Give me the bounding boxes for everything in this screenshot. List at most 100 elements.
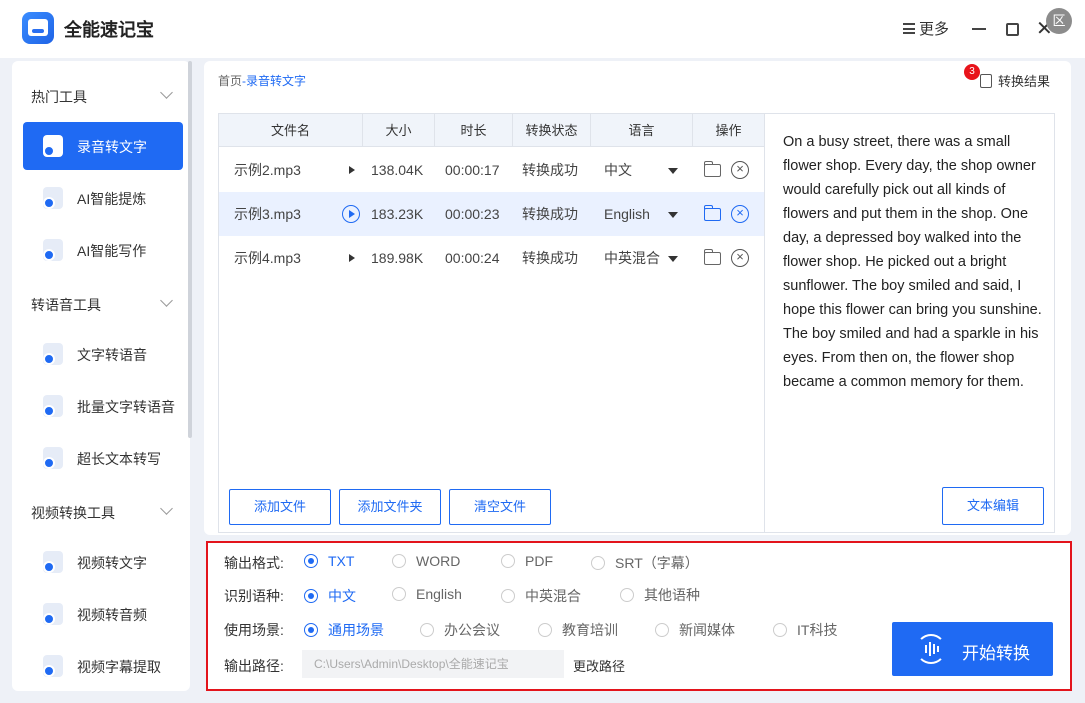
sidebar-item-long-text[interactable]: 超长文本转写 [23, 434, 183, 482]
sidebar-item-label: AI智能提炼 [77, 191, 147, 207]
file-size: 183.23K [371, 206, 424, 222]
sidebar-group-tts-tools[interactable]: 转语音工具 [31, 295, 101, 315]
sidebar-item-video-to-text[interactable]: 视频转文字 [23, 538, 183, 586]
table-row[interactable]: 示例2.mp3 138.04K 00:00:17 转换成功 中文 × [219, 148, 764, 192]
table-row[interactable]: 示例3.mp3 183.23K 00:00:23 转换成功 English × [219, 192, 764, 236]
add-folder-button[interactable]: 添加文件夹 [339, 489, 441, 525]
change-path-button[interactable]: 更改路径 [573, 656, 625, 675]
sidebar-group-video-tools[interactable]: 视频转换工具 [31, 503, 115, 523]
file-status: 转换成功 [522, 206, 578, 222]
transcript-text[interactable]: On a busy street, there was a small flow… [783, 130, 1045, 394]
chevron-down-icon[interactable] [160, 294, 173, 307]
clear-files-button[interactable]: 清空文件 [449, 489, 551, 525]
language-option-other[interactable]: 其他语种 [620, 585, 700, 605]
sidebar-item-subtitle-extract[interactable]: 视频字幕提取 [23, 642, 183, 690]
scene-option-news[interactable]: 新闻媒体 [655, 620, 735, 640]
file-name: 示例3.mp3 [234, 206, 301, 222]
usage-scene-label: 使用场景: [224, 622, 284, 638]
scene-option-it[interactable]: IT科技 [773, 620, 837, 640]
sidebar-item-batch-tts[interactable]: 批量文字转语音 [23, 382, 183, 430]
play-icon[interactable] [342, 249, 360, 267]
file-duration: 00:00:17 [445, 162, 500, 178]
text-edit-button[interactable]: 文本编辑 [942, 487, 1044, 525]
remove-icon[interactable]: × [731, 161, 749, 179]
conversion-settings: 输出格式: TXT WORD PDF SRT（字幕） 识别语种: 中文 Engl… [206, 541, 1072, 691]
language-option-english[interactable]: English [392, 586, 462, 602]
scene-option-general[interactable]: 通用场景 [304, 620, 384, 640]
format-option-pdf[interactable]: PDF [501, 553, 553, 569]
remove-icon[interactable]: × [731, 205, 749, 223]
dropdown-caret-icon[interactable] [668, 168, 678, 174]
sidebar-group-hot-tools[interactable]: 热门工具 [31, 87, 87, 107]
option-label: 中文 [328, 588, 356, 604]
conversion-results-label: 转换结果 [998, 74, 1051, 89]
long-text-icon [43, 447, 63, 469]
sidebar-item-label: 批量文字转语音 [77, 399, 175, 415]
output-path-field[interactable]: C:\Users\Admin\Desktop\全能速记宝 [302, 650, 564, 678]
add-file-button[interactable]: 添加文件 [229, 489, 331, 525]
language-select[interactable]: 中英混合 [604, 236, 660, 280]
radio-icon [392, 554, 406, 568]
conversion-results-button[interactable]: 转换结果 [980, 71, 1050, 90]
folder-icon[interactable] [703, 161, 721, 177]
language-select[interactable]: 中文 [604, 148, 632, 192]
sidebar-item-label: 视频转文字 [77, 555, 147, 571]
video-to-audio-icon [43, 603, 63, 625]
radio-icon [501, 589, 515, 603]
option-label: 新闻媒体 [679, 622, 735, 638]
language-option-mixed[interactable]: 中英混合 [501, 586, 581, 606]
recognition-language-label: 识别语种: [224, 588, 284, 604]
folder-icon[interactable] [703, 249, 721, 265]
sidebar-item-text-to-speech[interactable]: 文字转语音 [23, 330, 183, 378]
chevron-down-icon[interactable] [160, 86, 173, 99]
option-label: TXT [328, 553, 355, 569]
folder-icon[interactable] [703, 205, 721, 221]
menu-icon [903, 23, 915, 34]
sidebar-item-ai-extract[interactable]: AI智能提炼 [23, 174, 183, 222]
language-select[interactable]: English [604, 192, 650, 236]
sidebar-scrollbar[interactable] [188, 61, 192, 438]
breadcrumb-home[interactable]: 首页 [218, 74, 242, 88]
main-panel: 首页-录音转文字 3 转换结果 文件名 大小 时长 转换状态 语言 操作 示例2… [204, 61, 1071, 535]
chevron-down-icon[interactable] [160, 502, 173, 515]
maximize-button[interactable] [1006, 23, 1019, 36]
radio-icon [420, 623, 434, 637]
sidebar-item-label: 视频转音频 [77, 607, 147, 623]
scene-option-meeting[interactable]: 办公会议 [420, 620, 500, 640]
option-label: WORD [416, 553, 461, 569]
more-menu-button[interactable]: 更多 [903, 18, 949, 39]
format-option-word[interactable]: WORD [392, 553, 460, 569]
sidebar-item-label: 视频字幕提取 [77, 659, 161, 675]
avatar[interactable]: 区 [1046, 8, 1072, 34]
play-icon[interactable] [342, 161, 360, 179]
column-header-language: 语言 [591, 114, 693, 147]
result-count-badge: 3 [964, 64, 980, 80]
option-label: 办公会议 [444, 622, 500, 638]
sidebar-item-video-to-audio[interactable]: 视频转音频 [23, 590, 183, 638]
file-name: 示例2.mp3 [234, 162, 301, 178]
column-header-filename: 文件名 [219, 114, 363, 147]
table-row[interactable]: 示例4.mp3 189.98K 00:00:24 转换成功 中英混合 × [219, 236, 764, 280]
format-option-txt[interactable]: TXT [304, 553, 354, 569]
sidebar-item-audio-to-text[interactable]: 录音转文字 [23, 122, 183, 170]
scene-option-education[interactable]: 教育培训 [538, 620, 618, 640]
column-header-status: 转换状态 [513, 114, 591, 147]
play-icon[interactable] [342, 205, 360, 223]
column-header-size: 大小 [363, 114, 435, 147]
sidebar-item-ai-write[interactable]: AI智能写作 [23, 226, 183, 274]
more-label: 更多 [919, 21, 950, 38]
start-conversion-button[interactable]: 开始转换 [892, 622, 1053, 676]
file-size: 189.98K [371, 250, 424, 266]
dropdown-caret-icon[interactable] [668, 212, 678, 218]
language-option-chinese[interactable]: 中文 [304, 586, 356, 606]
text-to-speech-icon [43, 343, 63, 365]
option-label: English [416, 586, 462, 602]
sidebar-item-label: 文字转语音 [77, 347, 147, 363]
sidebar: 热门工具 录音转文字 AI智能提炼 AI智能写作 转语音工具 文字转语音 批量文… [12, 61, 190, 691]
title-bar: 全能速记宝 更多 ✕ 区 [0, 0, 1085, 58]
format-option-srt[interactable]: SRT（字幕） [591, 553, 699, 573]
dropdown-caret-icon[interactable] [668, 256, 678, 262]
remove-icon[interactable]: × [731, 249, 749, 267]
minimize-button[interactable] [972, 28, 986, 30]
option-label: SRT（字幕） [615, 555, 699, 571]
